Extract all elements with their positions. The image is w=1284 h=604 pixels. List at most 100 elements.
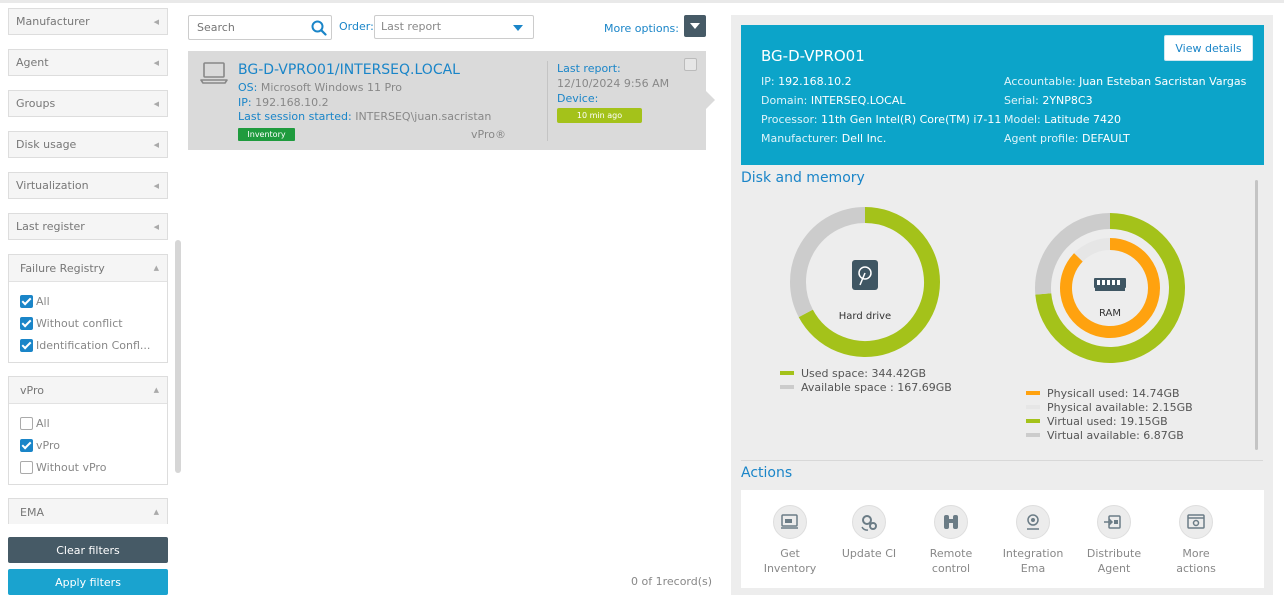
- order-select[interactable]: Last report: [374, 15, 534, 39]
- action-label: Update CI: [841, 547, 897, 560]
- filter-agent[interactable]: Agent ◀: [8, 49, 168, 76]
- checkbox-without-vpro[interactable]: Without vPro: [20, 456, 156, 478]
- legend-text: Available space : 167.69GB: [801, 380, 952, 394]
- kv-key: Manufacturer:: [761, 132, 839, 145]
- legend-swatch: [780, 371, 794, 375]
- legend-swatch: [1026, 391, 1040, 395]
- legend-swatch: [1026, 433, 1040, 437]
- action-more-actions[interactable]: More actions: [1156, 505, 1236, 576]
- checkbox-icon[interactable]: [20, 438, 33, 452]
- action-remote-control[interactable]: Remote control: [911, 505, 991, 576]
- legend-text: Virtual used: 19.15GB: [1047, 414, 1168, 428]
- legend-text: Used space: 344.42GB: [801, 366, 927, 380]
- checkbox-vpro-all[interactable]: All: [20, 412, 156, 434]
- card-divider: [547, 61, 548, 141]
- checkbox-label: All: [36, 416, 50, 430]
- checkbox-icon[interactable]: [20, 460, 33, 474]
- more-options-label[interactable]: More options:: [604, 22, 679, 35]
- chevron-up-icon: ▲: [153, 386, 159, 394]
- checkbox-label: All: [36, 294, 50, 308]
- kv-value: Juan Esteban Sacristan Vargas: [1079, 75, 1247, 88]
- action-distribute-agent[interactable]: Distribute Agent: [1074, 505, 1154, 576]
- device-title[interactable]: BG-D-VPRO01/INTERSEQ.LOCAL: [238, 62, 460, 78]
- more-options-button[interactable]: [684, 15, 706, 37]
- action-label: Ema: [1020, 562, 1046, 575]
- ram-donut-chart: RAM: [1035, 213, 1185, 363]
- kv-value: Dell Inc.: [841, 132, 887, 145]
- filter-last-register[interactable]: Last register ◀: [8, 213, 168, 240]
- clear-filters-button[interactable]: Clear filters: [8, 537, 168, 563]
- distribute-icon: [1097, 505, 1131, 539]
- checkbox-identification-conflict[interactable]: Identification Confl...: [20, 334, 156, 356]
- filter-groups[interactable]: Groups ◀: [8, 90, 168, 117]
- session-label: Last session started:: [238, 110, 352, 123]
- more-actions-icon: [1179, 505, 1213, 539]
- device-session-row: Last session started: INTERSEQ\juan.sacr…: [238, 110, 491, 123]
- ram-center-label: RAM: [1099, 308, 1121, 319]
- device-detail-header: BG-D-VPRO01 View details IP: 192.168.10.…: [741, 25, 1264, 165]
- filter-manufacturer[interactable]: Manufacturer ◀: [8, 8, 168, 35]
- checkbox-icon[interactable]: [20, 294, 33, 308]
- filter-disk-usage[interactable]: Disk usage ◀: [8, 131, 168, 158]
- ema-panel: EMA ▲: [8, 498, 168, 524]
- caret-down-icon: [513, 25, 523, 31]
- detail-scrollbar[interactable]: [1255, 180, 1258, 450]
- search-icon[interactable]: [311, 20, 327, 36]
- vpro-panel: vPro ▲ All vPro Without vPro: [8, 376, 168, 485]
- chevron-left-icon: ◀: [153, 17, 159, 26]
- ip-value: 192.168.10.2: [255, 96, 329, 109]
- checkbox-label: Identification Confl...: [36, 338, 151, 352]
- inventory-icon: [773, 505, 807, 539]
- apply-filters-button[interactable]: Apply filters: [8, 569, 168, 595]
- device-select-checkbox[interactable]: [684, 58, 697, 71]
- checkbox-vpro[interactable]: vPro: [20, 434, 156, 456]
- checkbox-icon[interactable]: [20, 338, 33, 352]
- session-value: INTERSEQ\juan.sacristan: [355, 110, 492, 123]
- kv-key: Accountable:: [1004, 75, 1076, 88]
- filter-label: Groups: [16, 97, 56, 110]
- last-report-label: Last report:: [557, 62, 621, 75]
- kv-key: Agent profile:: [1004, 132, 1079, 145]
- checkbox-failure-all[interactable]: All: [20, 290, 156, 312]
- filter-label: Virtualization: [16, 179, 89, 192]
- checkbox-icon[interactable]: [20, 416, 33, 430]
- sidebar-scrollbar[interactable]: [175, 240, 181, 473]
- action-update-ci[interactable]: Update CI: [829, 505, 909, 561]
- filter-vpro[interactable]: vPro ▲: [9, 377, 167, 404]
- filter-label: vPro: [20, 383, 44, 397]
- legend-available-space: Available space : 167.69GB: [780, 380, 952, 394]
- legend-text: Physicall used: 14.74GB: [1047, 386, 1180, 400]
- checkbox-label: Without vPro: [36, 460, 107, 474]
- kv-value: 2YNP8C3: [1042, 94, 1093, 107]
- detail-ip: IP: 192.168.10.2: [761, 75, 1001, 88]
- checkbox-without-conflict[interactable]: Without conflict: [20, 312, 156, 334]
- action-get-inventory[interactable]: Get Inventory: [750, 505, 830, 576]
- device-card[interactable]: BG-D-VPRO01/INTERSEQ.LOCAL OS: Microsoft…: [188, 51, 706, 150]
- filter-failure-registry[interactable]: Failure Registry ▲: [9, 255, 167, 282]
- checkbox-icon[interactable]: [20, 316, 33, 330]
- legend-physical-available: Physical available: 2.15GB: [1026, 400, 1193, 414]
- chevron-left-icon: ◀: [153, 181, 159, 190]
- checkbox-label: vPro: [36, 438, 60, 452]
- time-badge: 10 min ago: [557, 108, 642, 123]
- view-details-button[interactable]: View details: [1164, 35, 1253, 61]
- legend-text: Physical available: 2.15GB: [1047, 400, 1193, 414]
- detail-processor: Processor: 11th Gen Intel(R) Core(TM) i7…: [761, 113, 1001, 126]
- search-input[interactable]: [189, 16, 304, 39]
- chevron-up-icon: ▲: [153, 508, 159, 516]
- legend-virtual-available: Virtual available: 6.87GB: [1026, 428, 1193, 442]
- inventory-badge: Inventory: [238, 128, 295, 141]
- integration-icon: [1016, 505, 1050, 539]
- order-value: Last report: [381, 20, 442, 33]
- device-label: Device:: [557, 92, 599, 105]
- action-integration-ema[interactable]: Integration Ema: [993, 505, 1073, 576]
- filter-label: EMA: [20, 505, 44, 519]
- chevron-left-icon: ◀: [153, 140, 159, 149]
- filter-virtualization[interactable]: Virtualization ◀: [8, 172, 168, 199]
- action-label: Integration: [1002, 547, 1064, 560]
- kv-key: IP:: [761, 75, 775, 88]
- detail-agent-profile: Agent profile: DEFAULT: [1004, 132, 1259, 145]
- filter-ema[interactable]: EMA ▲: [9, 499, 167, 524]
- filter-label: Manufacturer: [16, 15, 90, 28]
- chevron-left-icon: ◀: [153, 58, 159, 67]
